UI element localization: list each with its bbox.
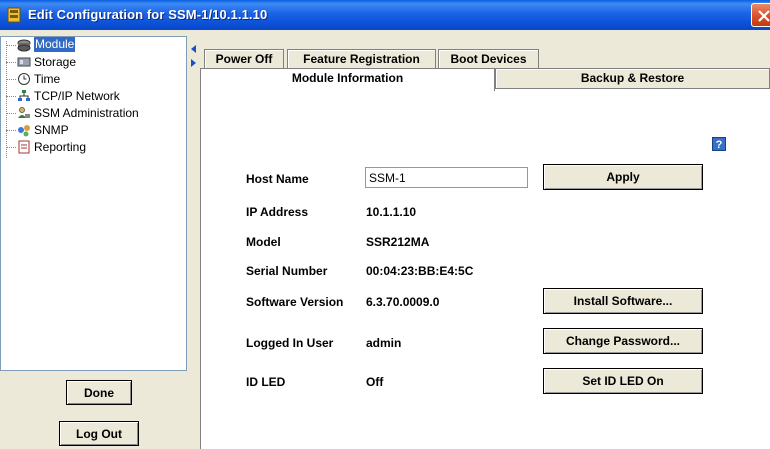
network-icon [18,90,30,101]
set-id-led-button[interactable]: Set ID LED On [543,368,703,394]
tab-power-off[interactable]: Power Off [204,49,284,69]
ip-address-value: 10.1.1.10 [366,205,417,219]
tree-item-label: Storage [34,55,77,69]
admin-icon [18,107,30,118]
serial-number-label: Serial Number [246,264,328,278]
clock-icon [18,73,30,85]
id-led-label: ID LED [246,375,286,389]
collapse-left-icon[interactable] [191,45,196,53]
ip-address-label: IP Address [246,205,309,219]
module-icon [17,39,31,52]
software-version-label: Software Version [246,295,344,309]
tab-feature-registration[interactable]: Feature Registration [287,49,436,69]
tree-branch [6,113,16,114]
model-label: Model [246,235,281,249]
tree-item-label: TCP/IP Network [34,89,120,103]
navigation-tree[interactable]: Module Storage Time TCP/IP Network SSM A… [0,36,187,371]
tree-branch [6,79,16,80]
change-password-button[interactable]: Change Password... [543,328,703,354]
tab-module-information[interactable]: Module Information [200,68,495,91]
help-icon[interactable]: ? [712,137,726,151]
tree-branch [6,45,16,46]
expand-right-icon[interactable] [191,59,196,67]
close-button[interactable] [751,3,770,27]
tab-backup-restore[interactable]: Backup & Restore [495,68,770,88]
tab-boot-devices[interactable]: Boot Devices [438,49,539,69]
tree-branch [6,147,16,148]
window-title: Edit Configuration for SSM-1/10.1.1.10 [28,7,268,22]
storage-icon [17,57,31,67]
close-icon [758,10,770,22]
tree-item-label: Module [34,37,76,52]
tree-branch [6,96,16,97]
tree-branch [6,62,16,63]
tree-branch [6,130,16,131]
logged-in-user-label: Logged In User [246,336,334,350]
id-led-value: Off [366,375,384,389]
software-version-value: 6.3.70.0009.0 [366,295,440,309]
done-button[interactable]: Done [66,380,132,405]
tree-item-label: SNMP [34,123,69,137]
log-out-button[interactable]: Log Out [59,421,139,446]
panel-splitter[interactable] [190,30,196,449]
host-name-label: Host Name [246,172,309,186]
apply-button[interactable]: Apply [543,164,703,190]
tree-item-label: SSM Administration [34,106,139,120]
tree-connector [6,41,7,158]
tree-item-label: Reporting [34,140,87,154]
snmp-icon [18,125,30,137]
tree-item-label: Time [34,72,61,86]
logged-in-user-value: admin [366,336,402,350]
report-icon [18,140,30,154]
host-name-input[interactable] [365,167,528,188]
serial-number-value: 00:04:23:BB:E4:5C [366,264,474,278]
app-icon [7,7,21,23]
model-value: SSR212MA [366,235,430,249]
install-software-button[interactable]: Install Software... [543,288,703,314]
title-bar[interactable]: Edit Configuration for SSM-1/10.1.1.10 [0,0,770,30]
